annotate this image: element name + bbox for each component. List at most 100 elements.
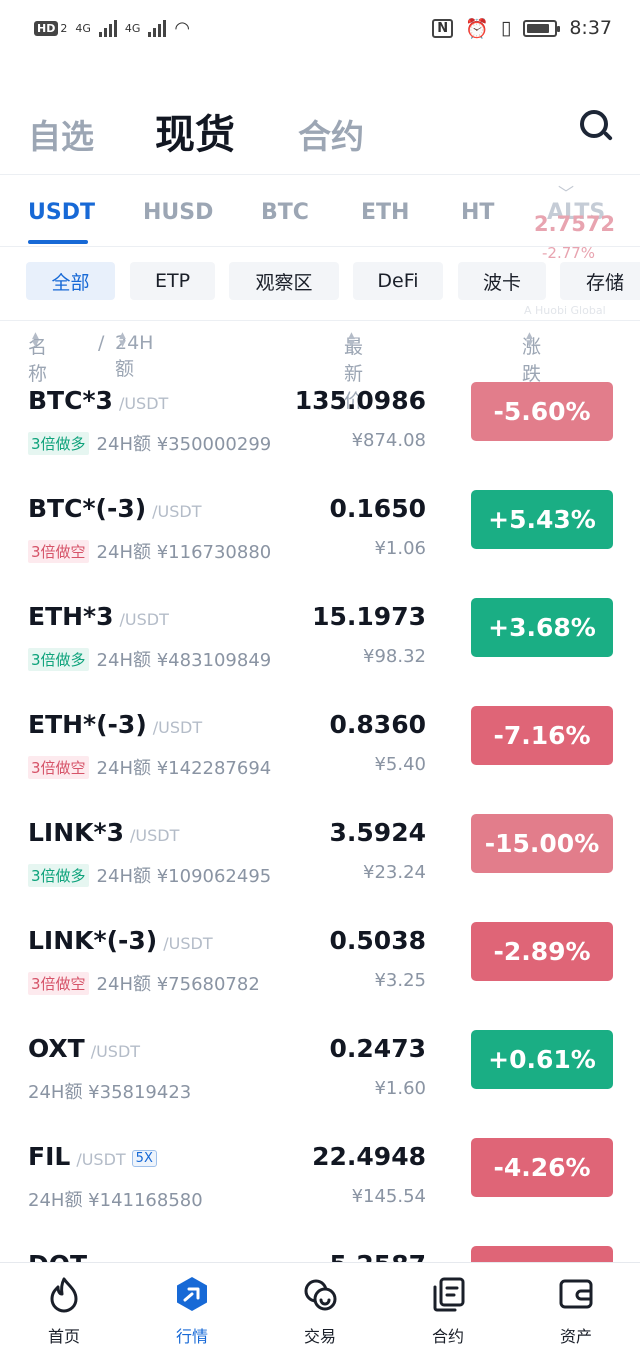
column-header: 名称▲▼ / 24H额▲▼ 最新价▲▼ 涨跌幅▲▼: [0, 331, 640, 413]
pair-quote: /USDT: [152, 718, 203, 737]
volume-24h: 24H额 ¥109062495: [96, 866, 272, 887]
last-price: 0.2473: [329, 1034, 426, 1063]
row-subline: 3倍做空 24H额 ¥75680782: [28, 970, 260, 996]
market-row[interactable]: ETH*3/USDT 3倍做多 24H额 ¥483109849 15.1973 ¥98.…: [0, 580, 640, 688]
nav-trade[interactable]: 交易: [256, 1263, 384, 1351]
row-subline: 3倍做空 24H额 ¥116730880: [28, 538, 271, 564]
quote-tab-eth[interactable]: ETH: [361, 200, 409, 225]
market-row[interactable]: LINK*(-3) /USDT 3倍做空 24H额 ¥75680782 0.5038 ¥3…: [0, 904, 640, 1012]
chip-etp[interactable]: ETP: [130, 262, 215, 300]
fiat-price: ¥145.54: [351, 1186, 426, 1207]
change-badge[interactable]: -4.26%: [471, 1138, 613, 1197]
pair-name: FIL/USDT 5X: [28, 1142, 157, 1171]
chip-polkadot[interactable]: 波卡: [458, 262, 546, 300]
divider: [0, 246, 640, 247]
nfc-icon: N: [432, 18, 454, 38]
fiat-price: ¥5.40: [374, 754, 426, 775]
volume-24h: 24H额 ¥350000299: [96, 434, 272, 455]
tab-favorites[interactable]: 自选: [28, 110, 94, 158]
pair-base: BTC*3: [28, 386, 113, 415]
status-time: 8:37: [569, 17, 612, 39]
volume-24h: 24H额 ¥35819423: [28, 1082, 192, 1103]
pair-quote: /USDT: [119, 610, 169, 629]
hd-sub: 2: [60, 21, 68, 35]
chip-defi[interactable]: DeFi: [353, 262, 443, 300]
chip-storage[interactable]: 存储: [560, 262, 640, 300]
pair-quote: /USDT: [163, 934, 213, 953]
nav-trade-label: 交易: [303, 1327, 336, 1346]
quote-tab-ht[interactable]: HT: [461, 200, 494, 225]
market-row[interactable]: ETH*(-3) /USDT 3倍做空 24H额 ¥142287694 0.8360 ¥5…: [0, 688, 640, 796]
battery-icon: [523, 19, 561, 37]
pair-base: ETH*3: [28, 602, 114, 631]
status-left: HD 2 4G 4G ◠: [34, 18, 190, 39]
nav-assets[interactable]: 资产: [512, 1263, 640, 1351]
sort-icon: ▲ ▼: [119, 331, 126, 349]
change-badge[interactable]: +5.43%: [471, 490, 613, 549]
market-hexagon-icon: [177, 1277, 207, 1311]
leverage-tag: 3倍做多: [28, 647, 89, 671]
pair-name: BTC*(-3) /USDT: [28, 494, 202, 523]
chip-all[interactable]: 全部: [26, 262, 115, 300]
change-badge[interactable]: +0.61%: [471, 1030, 613, 1089]
leverage-tag: 3倍做多: [28, 863, 89, 887]
volume-24h: 24H额 ¥483109849: [96, 650, 272, 671]
pair-base: OXT: [28, 1034, 85, 1063]
pair-name: BTC*3/USDT: [28, 386, 168, 415]
tab-spot[interactable]: 现货: [155, 102, 235, 160]
nav-home[interactable]: 首页: [0, 1263, 128, 1351]
change-badge[interactable]: -7.16%: [471, 706, 613, 765]
market-row[interactable]: FIL/USDT 5X 24H额 ¥141168580 22.4948 ¥145.54 -…: [0, 1120, 640, 1228]
row-subline: 3倍做多 24H额 ¥483109849: [28, 646, 271, 672]
watermark: A Huobi Global: [524, 304, 606, 317]
pair-quote: /USDT: [76, 1150, 126, 1169]
quote-tab-husd[interactable]: HUSD: [143, 200, 213, 225]
market-row[interactable]: LINK*3/USDT 3倍做多 24H额 ¥109062495 3.5924 ¥23.…: [0, 796, 640, 904]
quote-tab-btc[interactable]: BTC: [261, 200, 309, 225]
sort-icon: ▲ ▼: [32, 331, 39, 349]
fiat-price: ¥3.25: [374, 970, 426, 991]
row-subline: 24H额 ¥141168580: [28, 1186, 203, 1212]
nav-contract-label: 合约: [431, 1327, 464, 1346]
vibrate-icon: ▯: [500, 17, 512, 39]
fiat-price: ¥23.24: [363, 862, 426, 883]
row-subline: 3倍做多 24H额 ¥350000299: [28, 430, 271, 456]
last-price: 0.8360: [329, 710, 426, 739]
change-badge[interactable]: -2.89%: [471, 922, 613, 981]
search-button[interactable]: [578, 108, 614, 144]
leverage-tag: 3倍做多: [28, 431, 89, 455]
volume-24h: 24H额 ¥75680782: [96, 974, 260, 995]
fiat-price: ¥1.60: [374, 1078, 426, 1099]
last-price: 22.4948: [312, 1142, 426, 1171]
market-row[interactable]: OXT/USDT 24H额 ¥35819423 0.2473 ¥1.60 +0.61%: [0, 1012, 640, 1120]
row-subline: 3倍做多 24H额 ¥109062495: [28, 862, 271, 888]
chip-watch-zone[interactable]: 观察区: [229, 262, 339, 300]
flame-icon: [50, 1277, 78, 1313]
nav-market[interactable]: 行情: [128, 1263, 256, 1351]
chevron-down-icon[interactable]: ﹀: [558, 180, 574, 204]
pair-quote: /USDT: [152, 502, 202, 521]
pair-base: ETH*(-3): [28, 710, 147, 739]
fiat-price: ¥1.06: [374, 538, 426, 559]
sort-icon: ▲ ▼: [526, 331, 533, 349]
pair-quote: /USDT: [118, 394, 169, 413]
tab-contract[interactable]: 合约: [298, 110, 364, 158]
nav-home-label: 首页: [47, 1327, 80, 1346]
quote-tab-usdt[interactable]: USDT: [28, 200, 95, 225]
change-badge[interactable]: -5.60%: [471, 382, 613, 441]
pair-base: LINK*3: [28, 818, 124, 847]
change-badge[interactable]: -15.00%: [471, 814, 613, 873]
divider: [0, 174, 640, 175]
pair-name: LINK*(-3) /USDT: [28, 926, 213, 955]
nav-contract[interactable]: 合约: [384, 1263, 512, 1351]
market-row[interactable]: BTC*3/USDT 3倍做多 24H额 ¥350000299 135.0986 ¥87…: [0, 364, 640, 472]
change-badge[interactable]: +3.68%: [471, 598, 613, 657]
floating-ticker-price[interactable]: 2.7572: [534, 212, 615, 236]
market-row[interactable]: BTC*(-3) /USDT 3倍做空 24H额 ¥116730880 0.1650 ¥1…: [0, 472, 640, 580]
col-slash: /: [98, 332, 105, 354]
leverage-badge: 5X: [131, 1150, 157, 1167]
leverage-tag: 3倍做空: [28, 755, 89, 779]
last-price: 0.1650: [329, 494, 426, 523]
net-label-1: 4G: [75, 21, 91, 35]
leverage-tag: 3倍做空: [28, 971, 89, 995]
